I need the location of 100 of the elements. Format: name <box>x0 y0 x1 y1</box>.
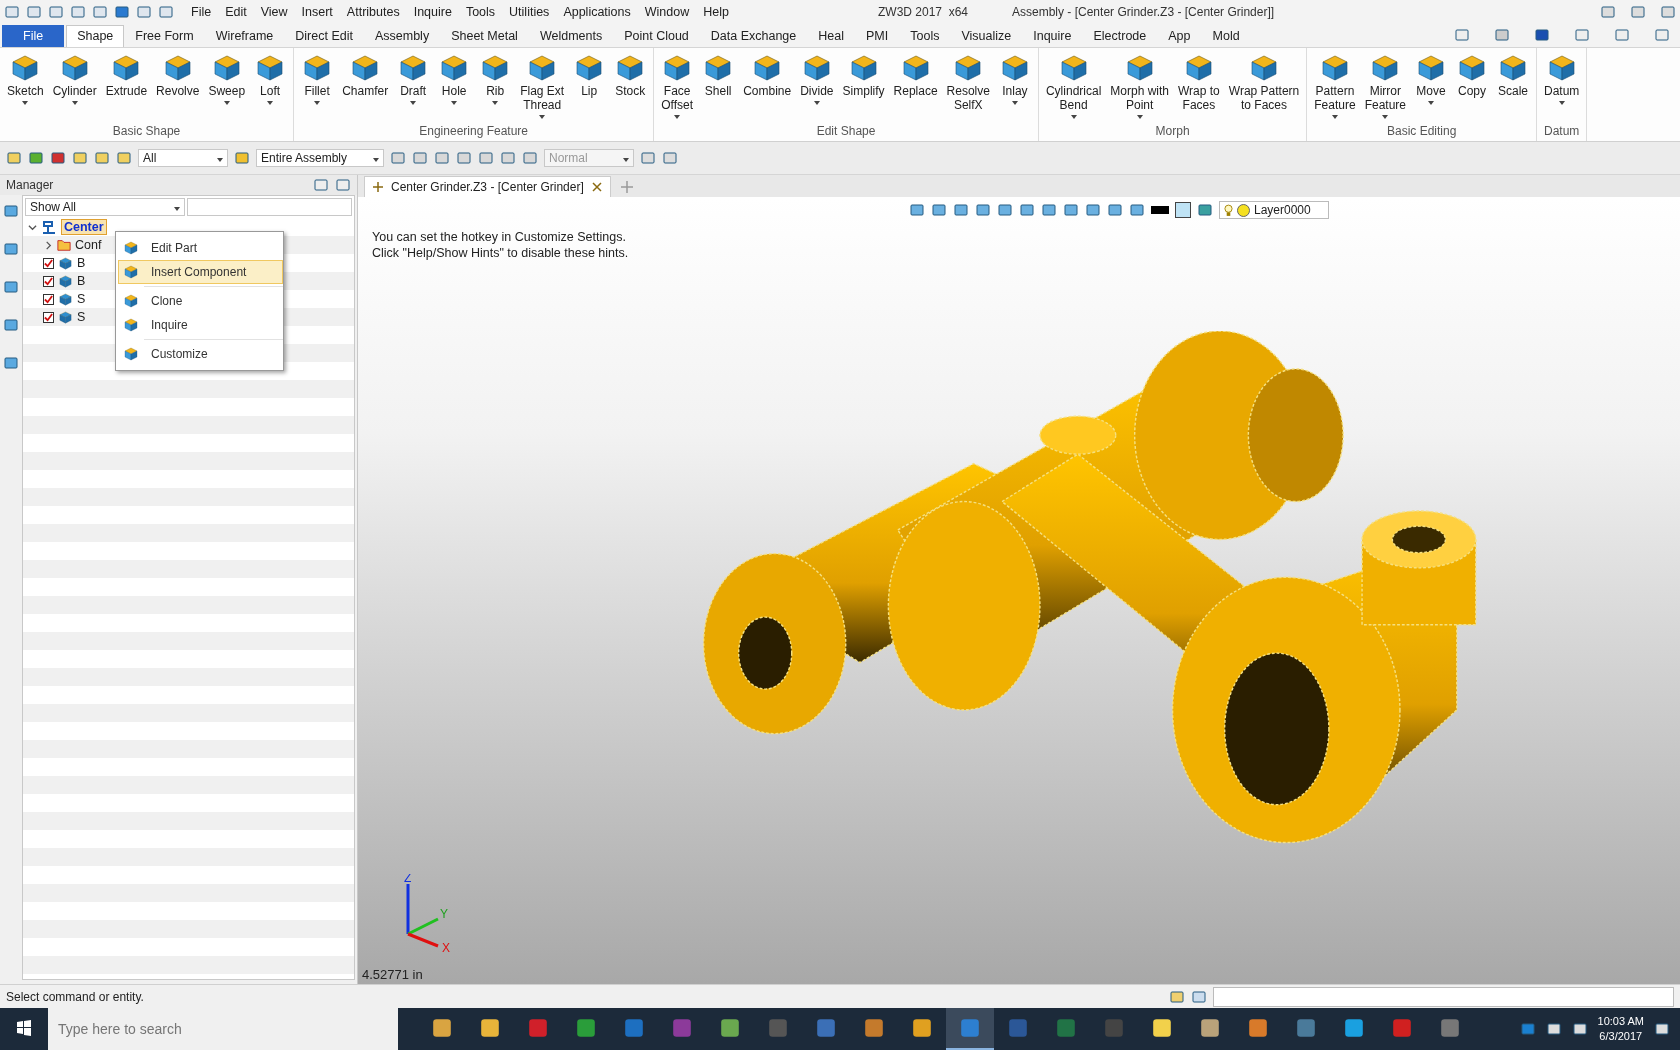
ribbon-tool-button[interactable]: Divide <box>796 50 838 122</box>
ribbon-tab[interactable]: Wireframe <box>204 25 285 47</box>
menu-item[interactable]: Edit <box>220 3 252 21</box>
caret-icon <box>314 101 321 105</box>
ribbon-tab[interactable]: Tools <box>899 25 951 47</box>
ribbon-tool-button[interactable]: Loft <box>250 50 291 122</box>
expand-icon[interactable] <box>43 240 53 250</box>
color-swatch[interactable] <box>1175 202 1191 218</box>
menu-item[interactable]: View <box>255 3 293 21</box>
caret-icon <box>492 101 499 105</box>
show-dropdown[interactable]: Show All <box>25 198 185 216</box>
ribbon-tool-button[interactable]: Shell <box>698 50 739 122</box>
ribbon-tab[interactable]: Electrode <box>1082 25 1158 47</box>
ribbon-tool-button[interactable]: Revolve <box>152 50 204 122</box>
ribbon-tool-button[interactable]: Lip <box>569 50 610 122</box>
ribbon-tool-button[interactable]: Flag Ext Thread <box>516 50 569 122</box>
ribbon-tool-button[interactable]: Move <box>1411 50 1451 122</box>
ribbon-tab[interactable]: Visualize <box>950 25 1023 47</box>
ribbon-tool-button[interactable]: Wrap to Faces <box>1174 50 1224 122</box>
scope-dropdown[interactable]: Entire Assembly <box>256 149 384 167</box>
caret-icon <box>410 101 417 105</box>
ribbon-tool-button[interactable]: Cylinder <box>48 50 101 122</box>
ribbon-tool-button[interactable]: Fillet <box>297 50 338 122</box>
taskbar-app-icon[interactable] <box>946 1008 994 1050</box>
menu-item[interactable]: Attributes <box>341 3 405 21</box>
ribbon-tool-button[interactable]: Extrude <box>101 50 152 122</box>
ribbon-tool-button[interactable]: Combine <box>739 50 796 122</box>
menu-item[interactable]: Inquire <box>408 3 457 21</box>
window-title: Assembly - [Center Grinder.Z3 - [Center Grinder]] <box>1012 5 1275 19</box>
search-field[interactable]: Type here to search <box>48 1008 398 1050</box>
context-menu-item[interactable]: Clone <box>118 289 283 313</box>
menu-item[interactable]: Applications <box>558 3 636 21</box>
hint-text: Click "Help/Show Hints" to disable these hints. <box>372 245 629 261</box>
menu-item[interactable]: Tools <box>460 3 501 21</box>
ribbon-tab[interactable]: Inquire <box>1022 25 1083 47</box>
ribbon-tab[interactable]: Free Form <box>124 25 205 47</box>
tree-item[interactable]: S <box>77 292 86 306</box>
ribbon-tab[interactable]: Assembly <box>363 25 441 47</box>
ribbon-tab[interactable]: Sheet Metal <box>440 25 529 47</box>
context-menu-item[interactable]: Edit Part <box>118 236 283 260</box>
ribbon-tab[interactable]: File <box>2 25 65 47</box>
checkbox[interactable] <box>43 293 54 305</box>
command-field[interactable] <box>1213 986 1674 1007</box>
layer-color-icon <box>1237 203 1250 217</box>
menu-item[interactable]: Help <box>698 3 734 21</box>
ribbon-tool-button[interactable]: Datum <box>1540 50 1584 122</box>
ribbon-tool-button[interactable]: Wrap Pattern to Faces <box>1224 50 1304 122</box>
ribbon-tool-button[interactable]: Cylindrical Bend <box>1041 50 1106 122</box>
ribbon-tab[interactable]: Data Exchange <box>699 25 808 47</box>
ribbon-tool-button[interactable]: Face Offset <box>657 50 698 122</box>
tree-item[interactable]: B <box>77 274 86 288</box>
ribbon-tab[interactable]: Weldments <box>528 25 614 47</box>
context-menu-item[interactable]: Customize <box>118 342 283 366</box>
menu-item[interactable]: Utilities <box>504 3 555 21</box>
ribbon-tab[interactable]: Point Cloud <box>613 25 700 47</box>
ribbon-tab[interactable]: Heal <box>807 25 855 47</box>
ribbon-tab[interactable]: App <box>1157 25 1202 47</box>
ribbon-tool-button[interactable]: Mirror Feature <box>1360 50 1410 122</box>
ribbon-tool-button[interactable]: Draft <box>393 50 434 122</box>
ribbon-tool-button[interactable]: Rib <box>475 50 516 122</box>
ribbon-tool-button[interactable]: Simplify <box>838 50 889 122</box>
tree-item[interactable]: S <box>77 310 86 324</box>
tree-item[interactable]: Conf <box>75 238 102 252</box>
ribbon-tool-button[interactable]: Resolve SelfX <box>942 50 994 122</box>
panel-title: Manager <box>6 178 54 192</box>
menu-item[interactable]: Window <box>639 3 695 21</box>
collapse-icon[interactable] <box>27 222 37 232</box>
tree-item[interactable]: B <box>77 256 86 270</box>
ribbon-tab[interactable]: PMI <box>855 25 900 47</box>
search-field[interactable] <box>187 198 352 216</box>
ribbon-tool-button[interactable]: Hole <box>434 50 475 122</box>
ribbon-tool-button[interactable]: Sketch <box>3 50 48 122</box>
ribbon-tool-button[interactable]: Replace <box>889 50 942 122</box>
context-menu-item[interactable]: Inquire <box>118 313 283 337</box>
ribbon-tab[interactable]: Mold <box>1201 25 1251 47</box>
menu-item[interactable]: Insert <box>296 3 338 21</box>
ribbon-tool-button[interactable]: Inlay <box>994 50 1035 122</box>
ribbon-tool-button[interactable]: Copy <box>1452 50 1492 122</box>
caret-icon <box>223 101 230 105</box>
ribbon-tab[interactable]: Shape <box>66 25 125 47</box>
ribbon-tool-button[interactable]: Morph with Point <box>1106 50 1173 122</box>
tree-item[interactable]: Center <box>61 219 107 235</box>
layer-dropdown[interactable]: Layer0000 <box>1219 201 1329 219</box>
checkbox[interactable] <box>43 311 54 323</box>
ribbon-tool-button[interactable]: Stock <box>610 50 651 122</box>
filter-dropdown[interactable]: All <box>138 149 228 167</box>
context-menu-item[interactable]: Insert Component <box>118 260 283 284</box>
checkbox[interactable] <box>43 257 54 269</box>
ribbon-tool-button[interactable]: Scale <box>1493 50 1533 122</box>
menu-item[interactable]: File <box>186 3 217 21</box>
group-label: Basic Editing <box>1385 123 1458 140</box>
group-label: Edit Shape <box>815 123 877 140</box>
document-tab[interactable]: Center Grinder.Z3 - [Center Grinder] <box>364 176 611 197</box>
ribbon-tool-button[interactable]: Chamfer <box>338 50 393 122</box>
ribbon-tool-button[interactable]: Pattern Feature <box>1310 50 1360 122</box>
checkbox[interactable] <box>43 275 54 287</box>
ribbon-tab[interactable]: Direct Edit <box>284 25 364 47</box>
caret-icon <box>1011 101 1018 105</box>
ribbon-tool-button[interactable]: Sweep <box>204 50 250 122</box>
color-swatch[interactable] <box>1151 206 1169 214</box>
